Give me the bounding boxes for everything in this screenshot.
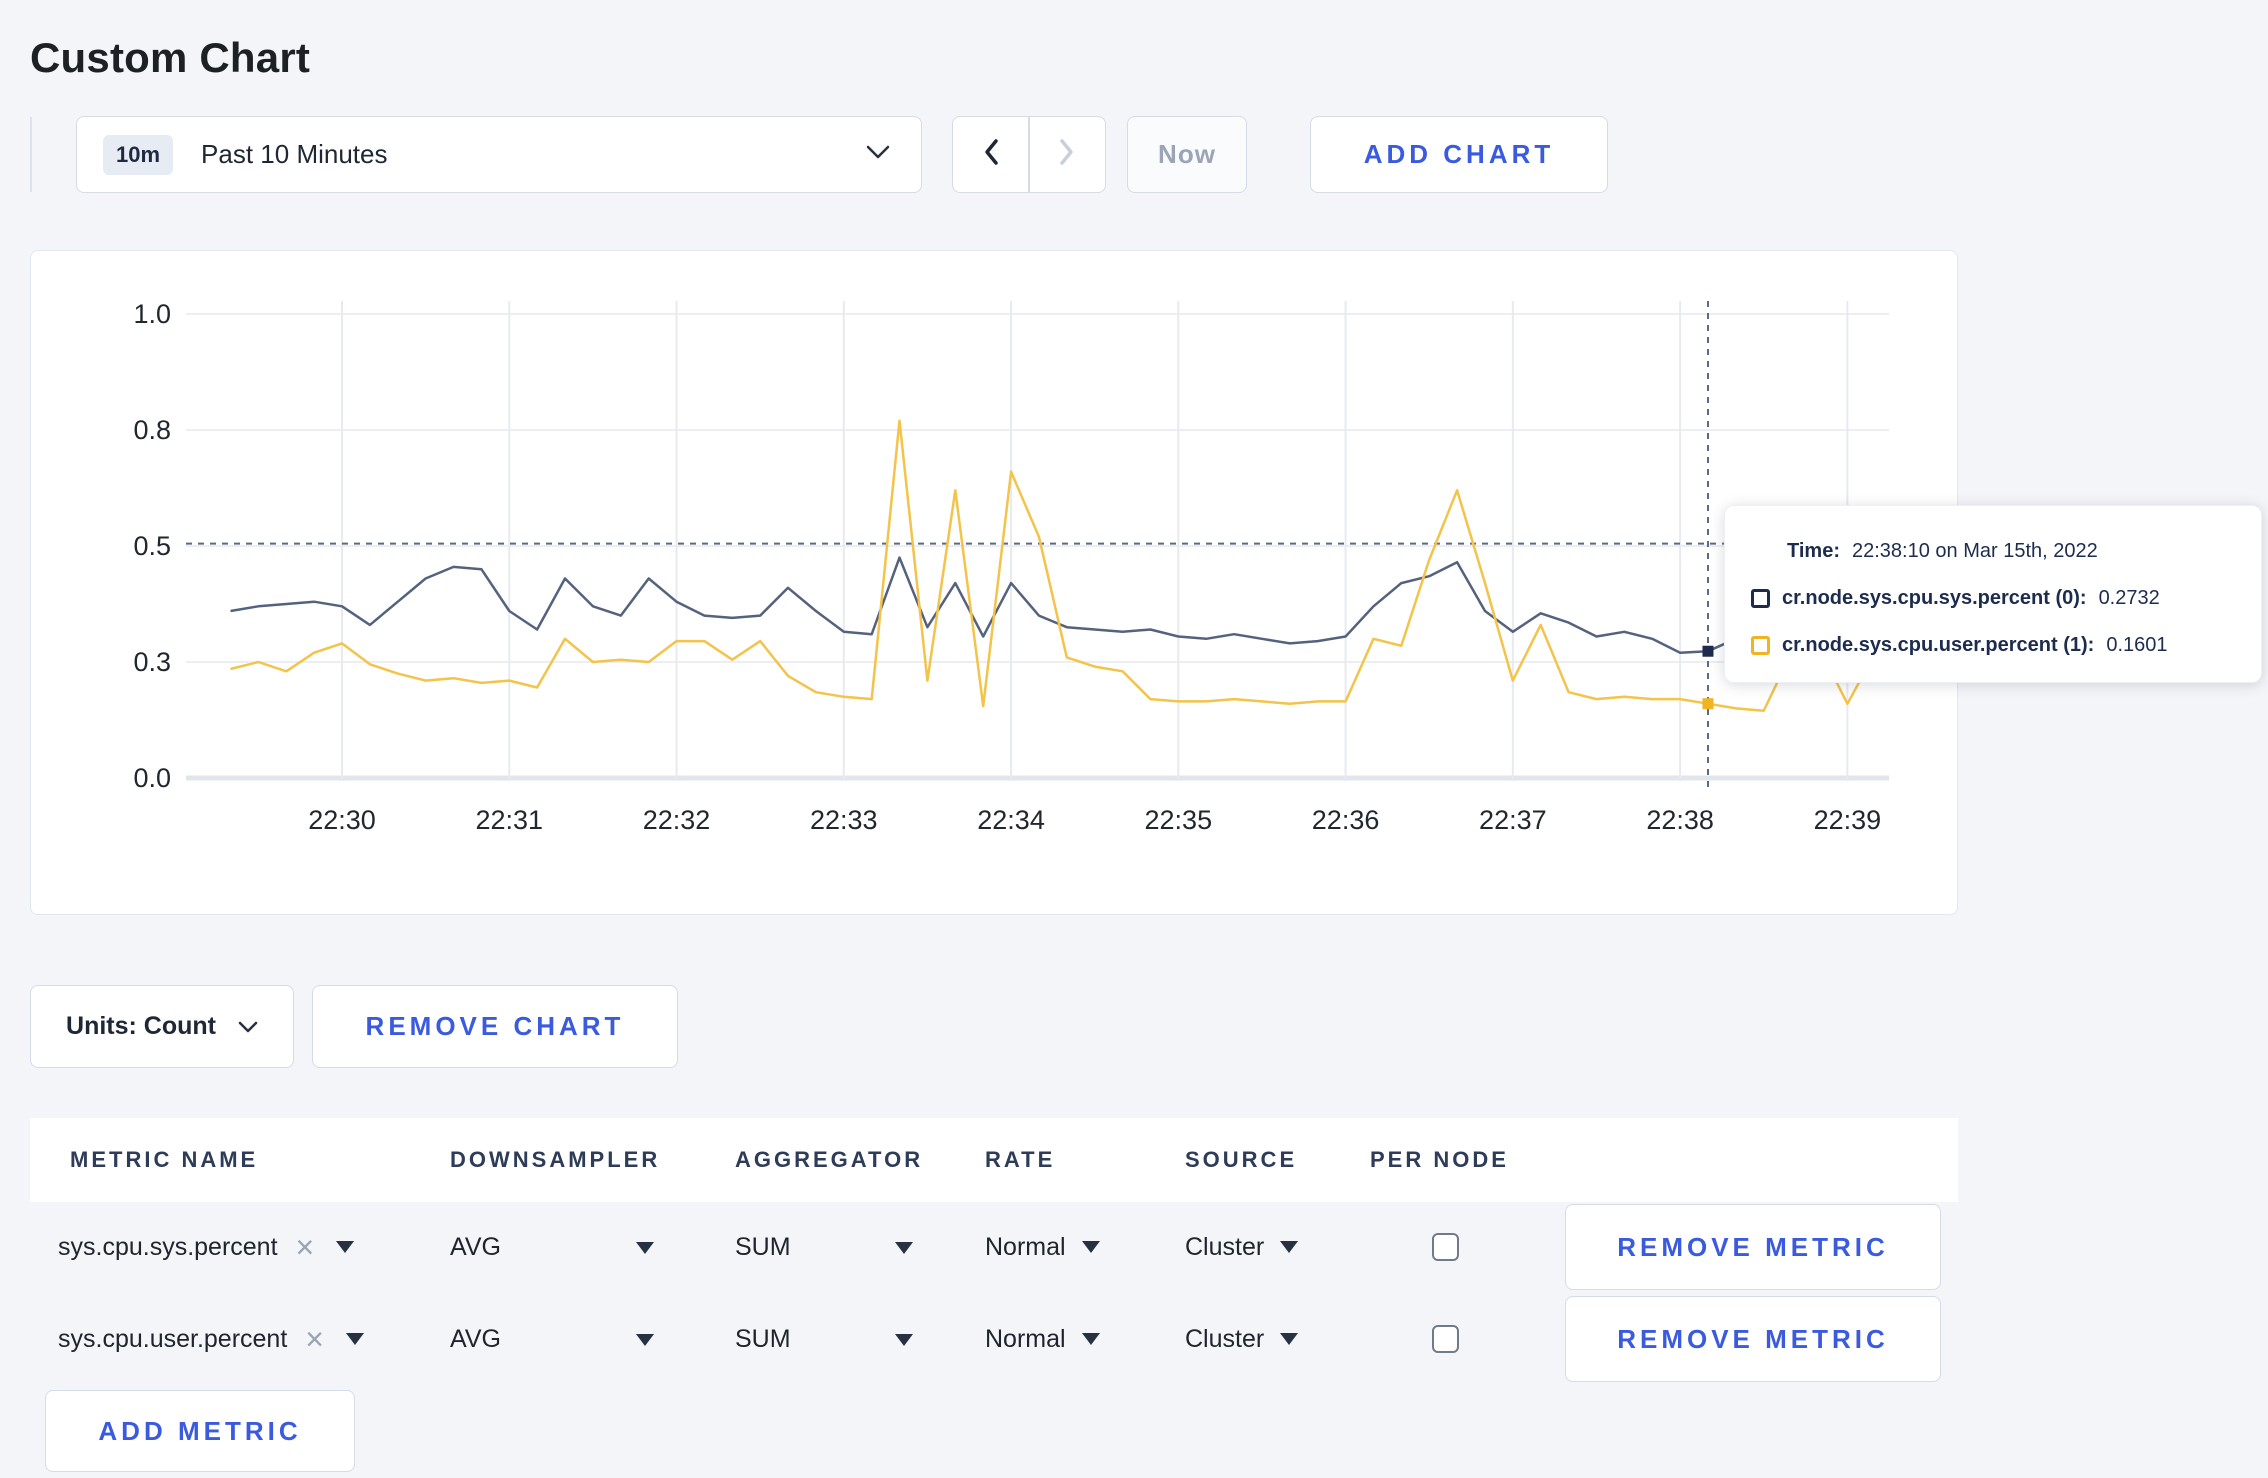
tooltip-series-name: cr.node.sys.cpu.sys.percent (0): <box>1782 586 2087 609</box>
svg-text:0.3: 0.3 <box>133 647 171 677</box>
svg-text:22:34: 22:34 <box>977 805 1045 835</box>
remove-metric-button[interactable]: REMOVE METRIC <box>1565 1296 1941 1382</box>
chart-hover-tooltip: Time: 22:38:10 on Mar 15th, 2022 cr.node… <box>1724 505 2262 683</box>
svg-text:22:38: 22:38 <box>1646 805 1714 835</box>
tooltip-series-row: cr.node.sys.cpu.sys.percent (0): 0.2732 <box>1751 583 2261 613</box>
caret-down-icon <box>345 1333 364 1345</box>
units-label: Units: Count <box>66 1012 216 1040</box>
prev-time-button[interactable] <box>953 117 1028 192</box>
svg-text:0.8: 0.8 <box>133 415 171 445</box>
tooltip-series-row: cr.node.sys.cpu.user.percent (1): 0.1601 <box>1751 630 2261 660</box>
caret-down-icon <box>1280 1241 1299 1253</box>
tooltip-time-value: 22:38:10 on Mar 15th, 2022 <box>1851 539 2098 562</box>
svg-text:22:37: 22:37 <box>1479 805 1547 835</box>
downsampler-select[interactable]: AVG <box>450 1296 501 1382</box>
chevron-left-icon <box>982 138 1000 171</box>
column-header-source: SOURCE <box>1185 1147 1298 1172</box>
units-dropdown[interactable]: Units: Count <box>30 985 294 1068</box>
column-header-per-node: PER NODE <box>1370 1147 1509 1172</box>
svg-text:0.0: 0.0 <box>133 763 171 793</box>
metric-name-value: sys.cpu.sys.percent <box>58 1232 278 1261</box>
tooltip-series-value: 0.1601 <box>2106 633 2168 656</box>
downsampler-value: AVG <box>450 1324 501 1353</box>
source-select[interactable]: Cluster <box>1185 1296 1299 1382</box>
svg-text:22:32: 22:32 <box>643 805 711 835</box>
series-sys-swatch-icon <box>1751 588 1770 608</box>
caret-down-icon <box>1081 1333 1100 1345</box>
caret-down-icon[interactable] <box>895 1242 913 1254</box>
now-button[interactable]: Now <box>1127 116 1247 193</box>
svg-text:22:33: 22:33 <box>810 805 878 835</box>
source-value: Cluster <box>1185 1324 1265 1353</box>
chevron-right-icon <box>1058 138 1076 171</box>
clear-metric-icon[interactable]: × <box>305 1323 324 1355</box>
table-row: sys.cpu.user.percent × AVG SUM Normal Cl… <box>30 1296 1958 1382</box>
time-pager <box>952 116 1106 193</box>
caret-down-icon[interactable] <box>636 1334 654 1346</box>
chart-panel[interactable]: 0.0 0.3 0.5 0.8 1.0 22:30 22:31 22:32 22:33 22:34… <box>30 250 1958 915</box>
chevron-down-icon <box>238 1012 258 1041</box>
page-title: Custom Chart <box>30 34 311 82</box>
tooltip-time-row: Time: 22:38:10 on Mar 15th, 2022 <box>1751 536 2261 566</box>
time-range-dropdown[interactable]: 10m Past 10 Minutes <box>76 116 922 193</box>
caret-down-icon <box>336 1241 355 1253</box>
add-chart-button[interactable]: ADD CHART <box>1310 116 1608 193</box>
rate-value: Normal <box>985 1232 1066 1261</box>
svg-text:22:31: 22:31 <box>475 805 543 835</box>
aggregator-value: SUM <box>735 1324 791 1353</box>
svg-text:1.0: 1.0 <box>133 299 171 329</box>
downsampler-select[interactable]: AVG <box>450 1204 501 1290</box>
timeseries-chart[interactable]: 0.0 0.3 0.5 0.8 1.0 22:30 22:31 22:32 22:33 22:34… <box>31 251 1959 916</box>
aggregator-value: SUM <box>735 1232 791 1261</box>
per-node-checkbox[interactable] <box>1432 1233 1459 1261</box>
svg-text:22:35: 22:35 <box>1145 805 1213 835</box>
metric-name-select[interactable]: sys.cpu.user.percent × <box>58 1296 364 1382</box>
source-select[interactable]: Cluster <box>1185 1204 1299 1290</box>
rate-value: Normal <box>985 1324 1066 1353</box>
series-user-swatch-icon <box>1751 635 1770 655</box>
column-header-metric-name: METRIC NAME <box>70 1147 259 1172</box>
source-value: Cluster <box>1185 1232 1265 1261</box>
caret-down-icon[interactable] <box>895 1334 913 1346</box>
metric-name-value: sys.cpu.user.percent <box>58 1324 288 1353</box>
rate-select[interactable]: Normal <box>985 1204 1100 1290</box>
caret-down-icon <box>1081 1241 1100 1253</box>
svg-text:22:36: 22:36 <box>1312 805 1380 835</box>
downsampler-value: AVG <box>450 1232 501 1261</box>
aggregator-select[interactable]: SUM <box>735 1204 791 1290</box>
time-range-badge: 10m <box>103 134 174 175</box>
per-node-checkbox[interactable] <box>1432 1325 1459 1353</box>
add-metric-button[interactable]: ADD METRIC <box>45 1390 355 1472</box>
time-range-label: Past 10 Minutes <box>201 139 388 169</box>
svg-text:22:39: 22:39 <box>1814 805 1882 835</box>
table-row: sys.cpu.sys.percent × AVG SUM Normal Clu… <box>30 1204 1958 1290</box>
svg-text:22:30: 22:30 <box>308 805 376 835</box>
svg-text:0.5: 0.5 <box>133 531 171 561</box>
tooltip-time-label: Time: <box>1787 539 1840 562</box>
tooltip-series-name: cr.node.sys.cpu.user.percent (1): <box>1782 633 2095 656</box>
clear-metric-icon[interactable]: × <box>296 1231 315 1263</box>
metrics-table-header: METRIC NAME DOWNSAMPLER AGGREGATOR RATE … <box>30 1118 1958 1202</box>
column-header-downsampler: DOWNSAMPLER <box>450 1147 661 1172</box>
next-time-button[interactable] <box>1030 117 1105 192</box>
toolbar-divider <box>30 117 32 192</box>
aggregator-select[interactable]: SUM <box>735 1296 791 1382</box>
tooltip-series-value: 0.2732 <box>2098 586 2160 609</box>
remove-metric-button[interactable]: REMOVE METRIC <box>1565 1204 1941 1290</box>
remove-chart-button[interactable]: REMOVE CHART <box>312 985 678 1068</box>
caret-down-icon[interactable] <box>636 1242 654 1254</box>
metric-name-select[interactable]: sys.cpu.sys.percent × <box>58 1204 355 1290</box>
column-header-aggregator: AGGREGATOR <box>735 1147 924 1172</box>
chevron-down-icon <box>865 144 891 165</box>
rate-select[interactable]: Normal <box>985 1296 1100 1382</box>
caret-down-icon <box>1280 1333 1299 1345</box>
column-header-rate: RATE <box>985 1147 1056 1172</box>
